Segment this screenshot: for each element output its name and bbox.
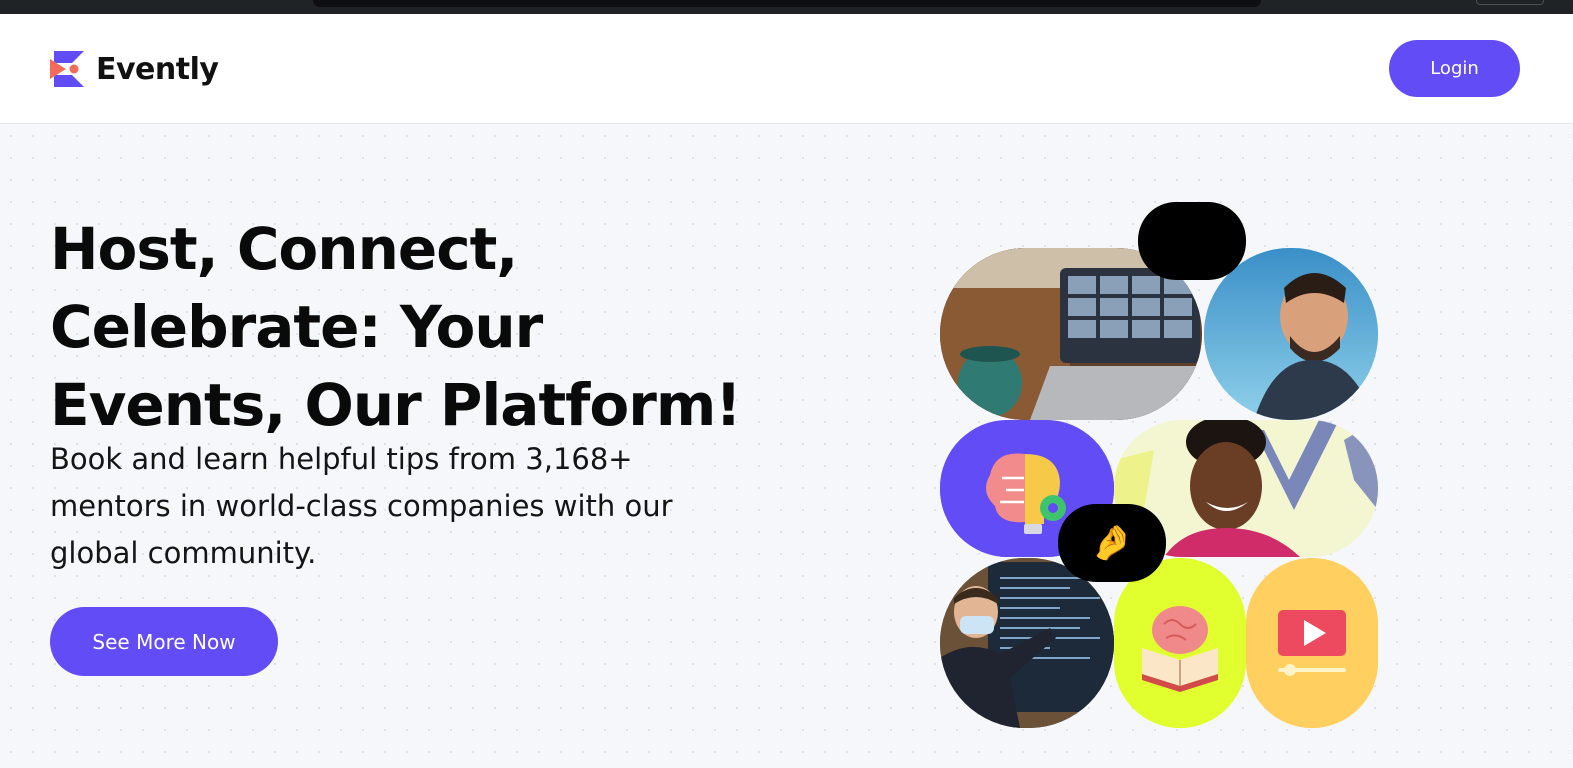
brain-book-icon bbox=[1114, 558, 1246, 728]
emoji-bubble-bottom: 🤌 bbox=[1058, 504, 1166, 582]
hero-subtext: Book and learn helpful tips from 3,168+ … bbox=[50, 442, 673, 570]
emoji-bubble-top: 😍 bbox=[1138, 202, 1246, 280]
browser-chrome bbox=[0, 0, 1573, 14]
hero-headline: Host, Connect, Celebrate: Your Events, O… bbox=[50, 215, 742, 439]
heart-eyes-emoji: 😍 bbox=[1174, 221, 1210, 261]
hero-collage: 😍 🤌 bbox=[940, 200, 1380, 730]
brand-name: Evently bbox=[96, 51, 219, 87]
address-bar[interactable] bbox=[313, 0, 1261, 7]
video-play-icon bbox=[1246, 558, 1378, 728]
brand-logo[interactable]: Evently bbox=[50, 49, 219, 89]
login-button[interactable]: Login bbox=[1389, 40, 1520, 97]
pinched-fingers-emoji: 🤌 bbox=[1090, 523, 1134, 563]
browser-button[interactable] bbox=[1476, 0, 1544, 5]
presenter-photo bbox=[940, 558, 1114, 728]
evently-logo-icon bbox=[50, 51, 84, 87]
smiling-man-photo bbox=[1204, 248, 1378, 420]
site-header: Evently Login bbox=[0, 14, 1573, 124]
see-more-button[interactable]: See More Now bbox=[50, 607, 278, 676]
